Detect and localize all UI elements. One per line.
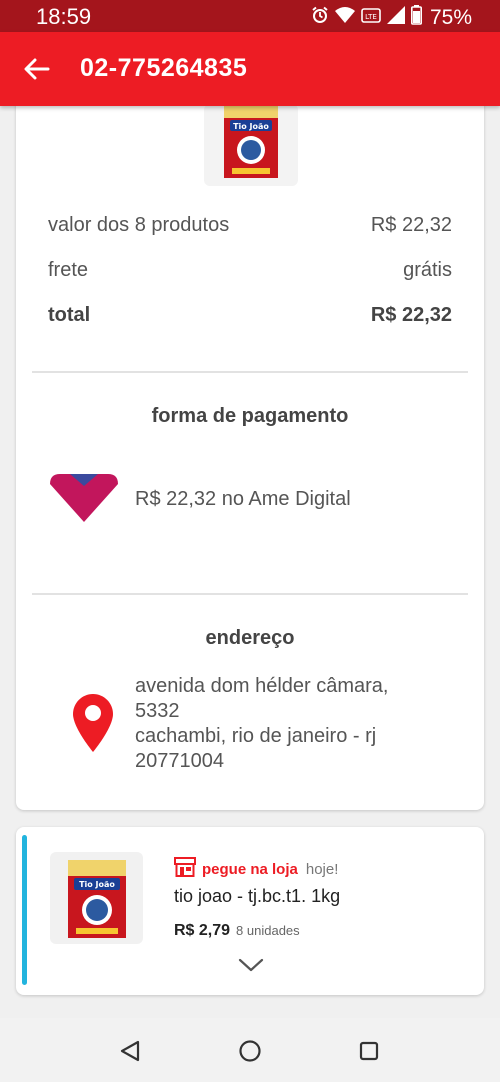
triangle-back-icon [120, 1040, 140, 1062]
shipping-row: frete grátis [48, 259, 452, 282]
item-quantity: 8 unidades [236, 923, 300, 938]
item-thumbnail: Tio João [50, 852, 143, 944]
address-line-number: 5332 [135, 700, 180, 722]
pickup-when: hoje! [305, 861, 339, 878]
nav-back-button[interactable] [117, 1038, 143, 1064]
divider [32, 371, 468, 373]
pickup-row: pegue na loja hoje! [174, 857, 338, 882]
battery-icon [410, 5, 422, 30]
item-name: tio joao - tj.bc.t1. 1kg [174, 886, 341, 906]
volte-icon: LTE [361, 6, 381, 29]
back-button[interactable] [20, 52, 54, 86]
address-line-city: cachambi, rio de janeiro - rj [135, 725, 377, 747]
item-price: R$ 2,79 [174, 922, 231, 939]
payment-section-title: forma de pagamento [151, 405, 349, 427]
nav-recents-button[interactable] [356, 1038, 382, 1064]
app-bar: 02-775264835 [0, 32, 500, 106]
order-item-card[interactable]: Tio João pegue na loja hoje! tio joao - … [16, 827, 484, 995]
status-icons: LTE 75% [311, 5, 472, 30]
product-thumbnail: Tio João [204, 104, 298, 186]
svg-text:LTE: LTE [365, 13, 377, 21]
store-icon [174, 857, 196, 882]
location-pin-icon [73, 694, 113, 759]
chevron-down-icon[interactable] [238, 957, 264, 978]
square-recents-icon [359, 1041, 379, 1061]
address-line-street: avenida dom hélder câmara, [135, 675, 389, 697]
item-price-row: R$ 2,79 8 unidades [174, 922, 300, 940]
products-value-row: valor dos 8 produtos R$ 22,32 [48, 214, 452, 237]
alarm-icon [311, 6, 329, 29]
product-brand-text: Tio João [233, 122, 269, 131]
address-section-title: endereço [205, 627, 295, 649]
products-value: R$ 22,32 [370, 214, 452, 236]
wifi-icon [334, 6, 355, 29]
total-row: total R$ 22,32 [48, 304, 452, 327]
order-summary-card: Tio João valor dos 8 produtos R$ 22,32 f… [16, 96, 484, 810]
accent-bar [22, 835, 27, 985]
shipping-value: grátis [403, 259, 452, 281]
payment-description: R$ 22,32 no Ame Digital [135, 488, 351, 510]
page-title: 02-775264835 [80, 54, 248, 82]
item-brand-text: Tio João [79, 880, 115, 889]
signal-icon [386, 6, 405, 29]
pickup-label: pegue na loja [202, 861, 298, 878]
divider [32, 593, 468, 595]
ame-digital-logo [48, 468, 120, 529]
status-time: 18:59 [36, 4, 92, 29]
system-nav-bar [0, 1018, 500, 1082]
status-bar: 18:59 LTE 75% [0, 0, 500, 32]
total-label: total [48, 304, 91, 326]
arrow-left-icon [24, 58, 50, 80]
total-value: R$ 22,32 [370, 304, 452, 326]
nav-home-button[interactable] [237, 1038, 263, 1064]
address-line-zip: 20771004 [135, 750, 224, 772]
circle-home-icon [239, 1040, 261, 1062]
battery-percent: 75% [429, 5, 472, 29]
shipping-label: frete [48, 259, 89, 281]
products-label: valor dos 8 produtos [48, 214, 230, 236]
address-block: avenida dom hélder câmara, 5332 cachambi… [135, 674, 388, 774]
